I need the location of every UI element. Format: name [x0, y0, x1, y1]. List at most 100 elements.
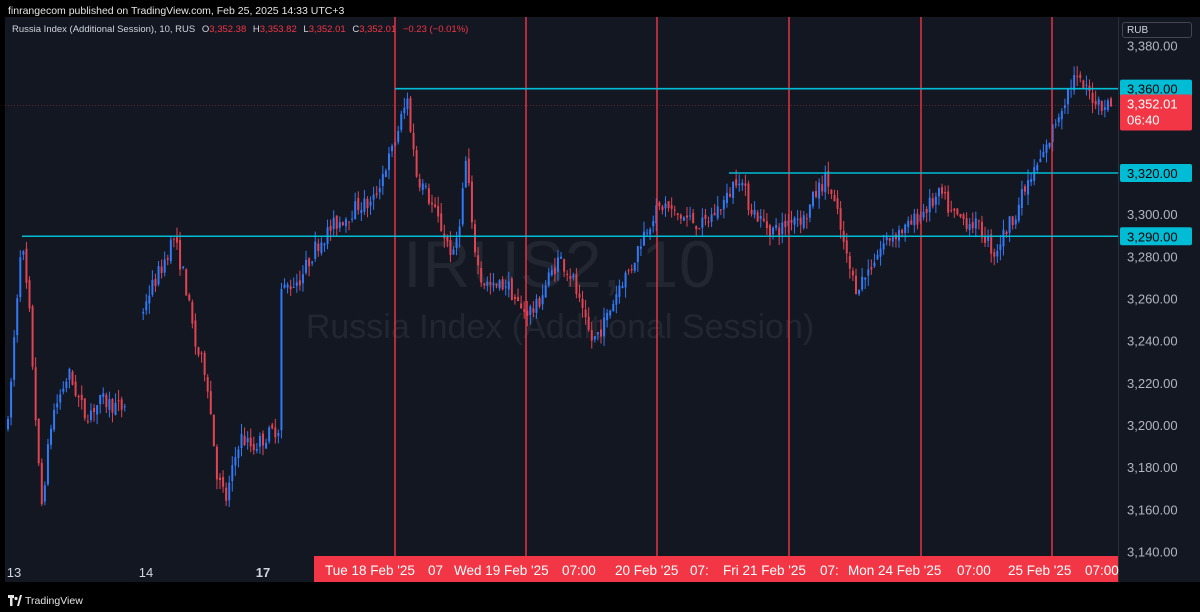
candle-body — [550, 269, 553, 276]
candle-body — [913, 213, 916, 226]
candle-body — [16, 298, 19, 336]
candle-body — [928, 197, 931, 213]
candle-body — [1085, 84, 1088, 86]
candle-body — [56, 403, 59, 408]
candle-body — [679, 214, 682, 219]
candle-body — [1079, 74, 1082, 79]
candle-body — [68, 368, 71, 380]
candle-body — [354, 201, 357, 220]
candle-body — [440, 213, 443, 232]
candle-body — [108, 399, 111, 410]
candle-body — [513, 296, 516, 300]
date-range-label: Mon 24 Feb '25 — [848, 563, 941, 578]
date-range-label: 20 Feb '25 — [615, 563, 678, 578]
candle-body — [194, 320, 197, 347]
candle-body — [1054, 124, 1057, 126]
candle-body — [636, 246, 639, 262]
x-tick-label: 14 — [139, 565, 153, 580]
candle-body — [762, 218, 765, 221]
candle-body — [956, 208, 959, 215]
candle-body — [93, 408, 96, 413]
currency-button[interactable]: RUB — [1122, 22, 1192, 38]
candle-body — [218, 477, 221, 481]
candle-body — [867, 269, 870, 276]
candle-body — [784, 220, 787, 228]
candle-body — [689, 215, 692, 217]
candle-body — [744, 183, 747, 186]
candle-body — [298, 280, 301, 286]
candle-body — [1008, 216, 1011, 233]
candle-body — [424, 185, 427, 187]
candle-body — [142, 311, 145, 314]
candle-body — [599, 329, 602, 337]
candle-body — [907, 220, 910, 227]
candle-body — [980, 221, 983, 238]
y-tick-label: 3,260.00 — [1127, 292, 1178, 307]
candle-body — [808, 204, 811, 218]
price-chart[interactable]: 3,380.00 3,300.00 3,280.00 3,260.00 3,240.00… — [0, 0, 1200, 612]
candle-body — [474, 224, 477, 253]
candle-body — [885, 237, 888, 241]
candle-body — [603, 317, 606, 337]
candle-body — [590, 329, 593, 341]
candle-body — [455, 238, 458, 248]
candle-body — [799, 217, 802, 225]
footer — [0, 590, 1200, 612]
candle-body — [738, 183, 741, 186]
candle-body — [77, 395, 80, 398]
candle-body — [206, 377, 209, 392]
candle-body — [154, 278, 157, 287]
candle-body — [225, 487, 228, 501]
candle-body — [556, 257, 559, 272]
candle-body — [1036, 164, 1039, 171]
candle-body — [1023, 186, 1026, 192]
candle-body — [747, 183, 750, 211]
candle-body — [858, 289, 861, 295]
candle-body — [188, 294, 191, 301]
candle-body — [839, 208, 842, 230]
candle-body — [947, 191, 950, 213]
candle-body — [953, 208, 956, 211]
candle-body — [99, 394, 102, 405]
candle-body — [1097, 99, 1100, 105]
candle-body — [470, 181, 473, 223]
candle-body — [335, 215, 338, 229]
candle-body — [46, 444, 49, 485]
candle-body — [13, 337, 16, 380]
candle-body — [212, 414, 215, 447]
candle-body — [566, 274, 569, 276]
candle-body — [873, 262, 876, 267]
candle-body — [360, 210, 363, 214]
y-tick-label: 3,200.00 — [1127, 418, 1178, 433]
candle-body — [713, 213, 716, 216]
candle-body — [618, 285, 621, 297]
candle-body — [317, 243, 320, 251]
candle-body — [117, 400, 120, 402]
candle-body — [538, 297, 541, 307]
candle-body — [489, 282, 492, 285]
legend-high-label: H — [252, 24, 260, 35]
candle-body — [86, 420, 89, 422]
candle-body — [222, 477, 225, 487]
candle-body — [191, 302, 194, 324]
candle-body — [1005, 231, 1008, 235]
candle-body — [962, 214, 965, 219]
candle-body — [529, 306, 532, 316]
candle-body — [1091, 92, 1094, 103]
candle-body — [541, 295, 544, 305]
candle-body — [661, 206, 664, 211]
candle-body — [904, 224, 907, 234]
candle-body — [71, 371, 74, 385]
candle-body — [710, 214, 713, 222]
candle-body — [403, 107, 406, 114]
candle-body — [43, 485, 46, 502]
candle-body — [695, 225, 698, 230]
candle-body — [25, 248, 28, 283]
candle-body — [851, 270, 854, 276]
candle-body — [833, 194, 836, 202]
candle-body — [805, 218, 808, 220]
candle-body — [166, 257, 169, 260]
candle-body — [286, 284, 289, 288]
date-range-label: Wed 19 Feb '25 — [454, 563, 549, 578]
candle-body — [169, 239, 172, 262]
